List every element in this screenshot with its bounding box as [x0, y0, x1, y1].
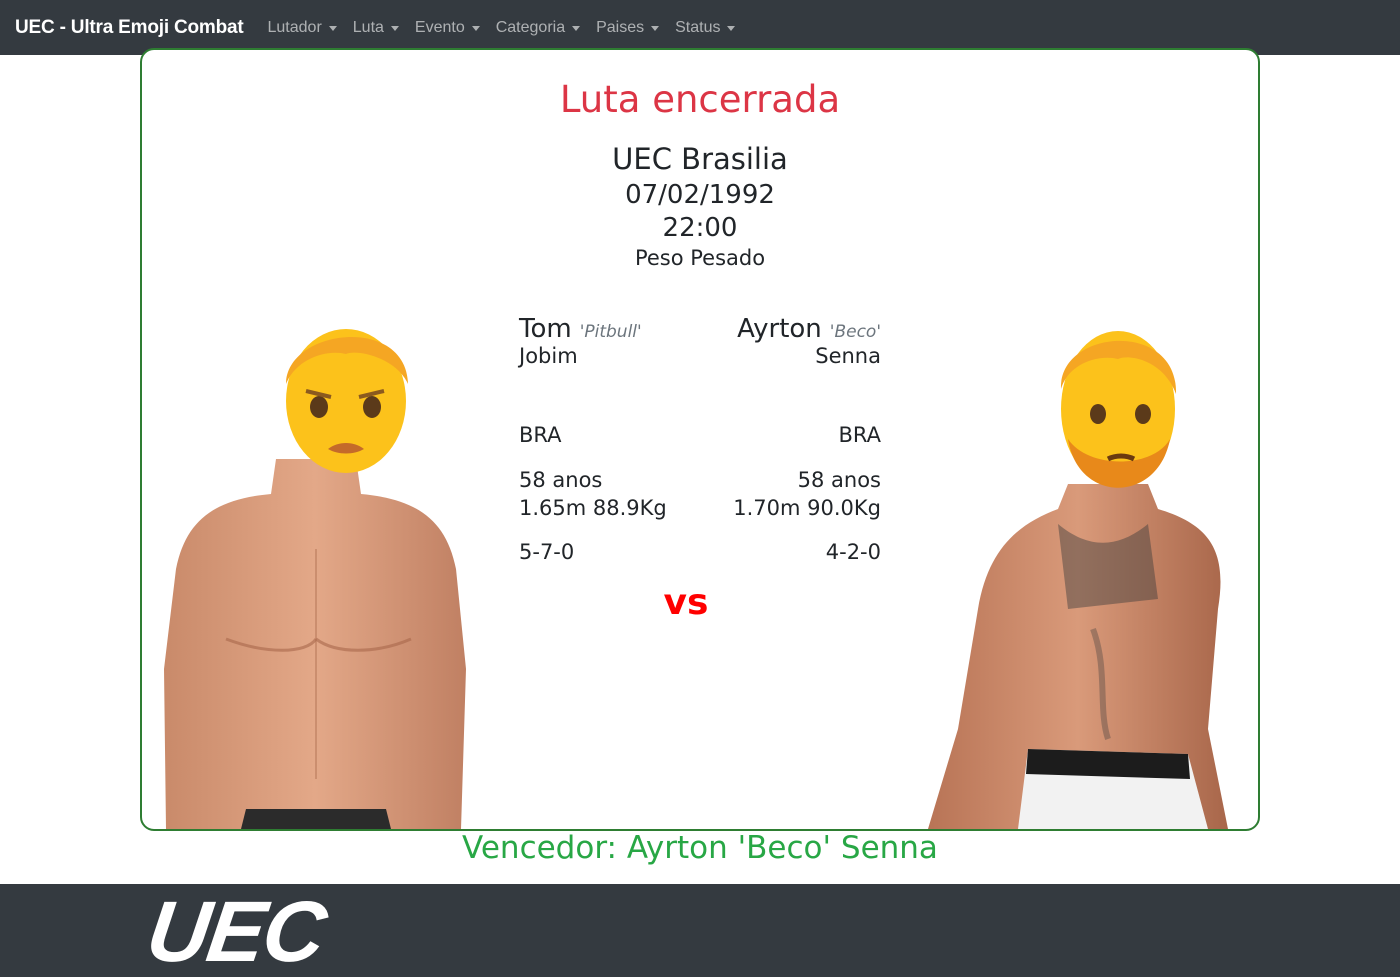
caret-down-icon: [328, 25, 337, 31]
fight-date: 07/02/1992: [625, 180, 775, 210]
nav-dropdown-luta[interactable]: Luta: [353, 19, 399, 37]
navbar-brand[interactable]: UEC - Ultra Emoji Combat: [15, 17, 244, 39]
vs-label: vs: [663, 582, 709, 623]
right-measures: 1.70m 90.0Kg: [733, 496, 881, 520]
right-first-name: Ayrton: [737, 314, 822, 344]
right-fighter-name[interactable]: Ayrton 'Beco' Senna: [737, 314, 881, 368]
man-face-emoji: [286, 329, 408, 473]
event-name[interactable]: UEC Brasilia: [142, 142, 1258, 176]
nav-dropdown-lutador[interactable]: Lutador: [268, 19, 337, 37]
left-age: 58 anos: [519, 468, 603, 492]
left-record: 5-7-0: [519, 540, 575, 564]
right-record: 4-2-0: [825, 540, 881, 564]
fight-card: Luta encerrada UEC Brasilia 07/02/1992 2…: [140, 48, 1260, 831]
caret-down-icon: [651, 25, 660, 31]
top-navbar: UEC - Ultra Emoji Combat Lutador Luta Ev…: [0, 0, 1400, 55]
nav-dropdown-categoria[interactable]: Categoria: [495, 18, 581, 37]
fight-category: Peso Pesado: [634, 246, 766, 270]
nav-label: Lutador: [267, 18, 322, 36]
nav-label: Paises: [596, 18, 645, 36]
nav-dropdown-status[interactable]: Status: [675, 18, 736, 37]
caret-down-icon: [572, 25, 581, 31]
left-measures: 1.65m 88.9Kg: [519, 496, 667, 520]
nav-label: Status: [675, 18, 721, 36]
nav-dropdown-evento[interactable]: Evento: [415, 19, 480, 37]
left-fighter-image: [164, 329, 466, 829]
caret-down-icon: [471, 25, 480, 31]
left-nickname: 'Pitbull': [579, 322, 642, 342]
nav-dropdown-paises[interactable]: Paises: [596, 18, 660, 37]
fight-time: 22:00: [662, 213, 738, 243]
fight-status: Luta encerrada: [559, 78, 841, 121]
right-last-name: Senna: [815, 344, 881, 368]
nav-label: Categoria: [495, 18, 566, 36]
left-country: BRA: [519, 423, 562, 447]
left-fighter-name[interactable]: Tom 'Pitbull' Jobim: [519, 314, 642, 368]
left-first-name: Tom: [519, 314, 572, 344]
footer: UEC: [0, 884, 1400, 980]
right-fighter-image: [928, 331, 1228, 829]
right-nickname: 'Beco': [829, 322, 881, 342]
left-last-name: Jobim: [519, 344, 578, 368]
right-country: BRA: [838, 423, 881, 447]
bearded-man-face-emoji: [1060, 331, 1177, 488]
caret-down-icon: [727, 25, 736, 31]
caret-down-icon: [390, 25, 399, 31]
nav-label: Luta: [352, 18, 384, 36]
winner-text: Vencedor: Ayrton 'Beco' Senna: [462, 830, 938, 866]
nav-label: Evento: [414, 18, 465, 36]
right-age: 58 anos: [797, 468, 881, 492]
footer-logo: UEC: [141, 884, 331, 980]
